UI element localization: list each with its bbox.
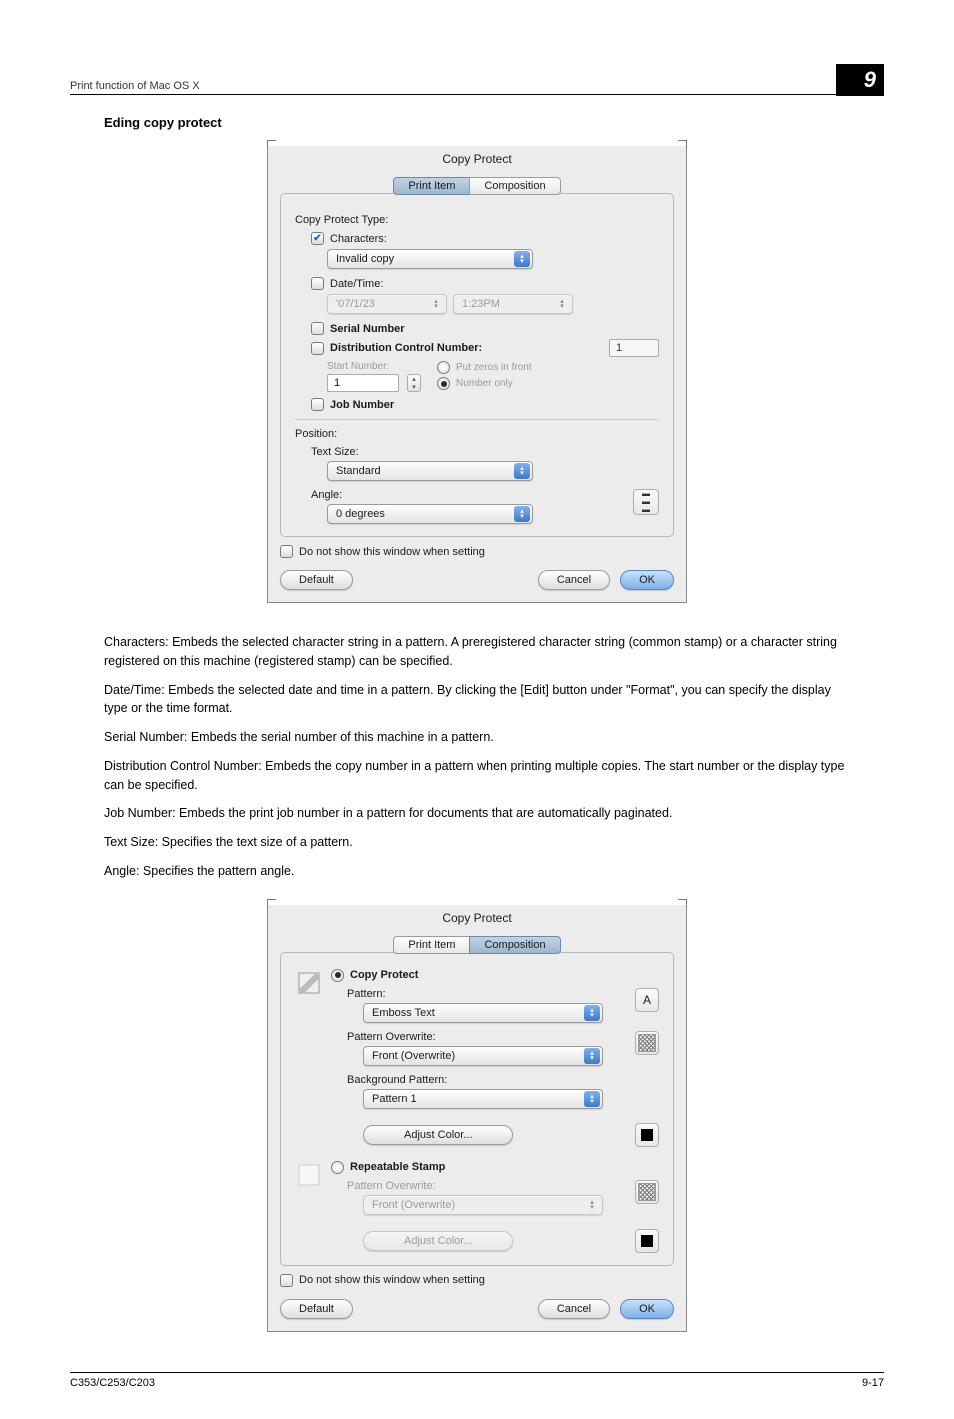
copy-protect-dialog-composition: Copy Protect Print Item Composition Copy… bbox=[267, 905, 687, 1332]
chevron-updown-icon bbox=[428, 296, 444, 312]
paragraph-job: Job Number: Embeds the print job number … bbox=[104, 804, 850, 823]
pattern-overwrite-swatch-icon[interactable] bbox=[635, 1031, 659, 1055]
paragraph-serial: Serial Number: Embeds the serial number … bbox=[104, 728, 850, 747]
start-number-stepper[interactable] bbox=[407, 374, 421, 392]
copy-protect-radio-label: Copy Protect bbox=[350, 969, 418, 981]
put-zeros-label: Put zeros in front bbox=[456, 362, 532, 373]
start-number-value: 1 bbox=[334, 377, 340, 389]
tab-print-item[interactable]: Print Item bbox=[393, 936, 469, 954]
characters-checkbox[interactable] bbox=[311, 232, 324, 245]
repeatable-radio-label: Repeatable Stamp bbox=[350, 1161, 445, 1173]
textsize-select[interactable]: Standard bbox=[327, 461, 533, 481]
donotshow-label: Do not show this window when setting bbox=[299, 1274, 485, 1286]
paragraph-angle: Angle: Specifies the pattern angle. bbox=[104, 862, 850, 881]
serial-checkbox[interactable] bbox=[311, 322, 324, 335]
put-zeros-radio[interactable] bbox=[437, 361, 450, 374]
chevron-updown-icon bbox=[584, 1197, 600, 1213]
adjust-color-button[interactable]: Adjust Color... bbox=[363, 1125, 513, 1145]
breadcrumb: Print function of Mac OS X bbox=[70, 80, 200, 92]
chevron-updown-icon bbox=[514, 251, 530, 267]
rep-pattern-overwrite-select[interactable]: Front (Overwrite) bbox=[363, 1195, 603, 1215]
paragraph-characters: Characters: Embeds the selected characte… bbox=[104, 633, 850, 671]
date-value: '07/1/23 bbox=[336, 298, 375, 310]
donotshow-checkbox[interactable] bbox=[280, 1274, 293, 1287]
number-only-label: Number only bbox=[456, 378, 513, 389]
color-swatch-icon[interactable] bbox=[635, 1123, 659, 1147]
job-label: Job Number bbox=[330, 399, 394, 411]
pattern-swatch-icon[interactable]: A bbox=[635, 988, 659, 1012]
pattern-overwrite-label: Pattern Overwrite: bbox=[347, 1031, 629, 1043]
number-only-radio[interactable] bbox=[437, 377, 450, 390]
dialog-title: Copy Protect bbox=[280, 146, 674, 176]
time-select[interactable]: 1:23PM bbox=[453, 294, 573, 314]
ok-button[interactable]: OK bbox=[620, 570, 674, 590]
start-number-field[interactable]: 1 bbox=[327, 374, 399, 392]
chevron-updown-icon bbox=[514, 463, 530, 479]
characters-select[interactable]: Invalid copy bbox=[327, 249, 533, 269]
default-button[interactable]: Default bbox=[280, 1299, 353, 1319]
rep-overwrite-swatch-icon[interactable] bbox=[635, 1180, 659, 1204]
datetime-checkbox[interactable] bbox=[311, 277, 324, 290]
donotshow-label: Do not show this window when setting bbox=[299, 546, 485, 558]
pattern-select[interactable]: Emboss Text bbox=[363, 1003, 603, 1023]
rep-pattern-overwrite-value: Front (Overwrite) bbox=[372, 1199, 455, 1211]
rep-adjust-color-button[interactable]: Adjust Color... bbox=[363, 1231, 513, 1251]
tab-print-item[interactable]: Print Item bbox=[393, 177, 469, 195]
copy-protect-type-label: Copy Protect Type: bbox=[295, 214, 659, 226]
dist-checkbox[interactable] bbox=[311, 342, 324, 355]
characters-label: Characters: bbox=[330, 233, 387, 245]
dist-number-value: 1 bbox=[616, 342, 622, 354]
cancel-button[interactable]: Cancel bbox=[538, 570, 610, 590]
chevron-updown-icon bbox=[554, 296, 570, 312]
job-checkbox[interactable] bbox=[311, 398, 324, 411]
footer-left: C353/C253/C203 bbox=[70, 1377, 155, 1389]
pattern-overwrite-value: Front (Overwrite) bbox=[372, 1050, 455, 1062]
footer-right: 9-17 bbox=[862, 1377, 884, 1389]
characters-select-value: Invalid copy bbox=[336, 253, 394, 265]
bg-pattern-select[interactable]: Pattern 1 bbox=[363, 1089, 603, 1109]
bg-pattern-value: Pattern 1 bbox=[372, 1093, 417, 1105]
start-number-label: Start Number: bbox=[327, 361, 421, 372]
ok-button[interactable]: OK bbox=[620, 1299, 674, 1319]
chevron-updown-icon bbox=[514, 506, 530, 522]
cancel-button[interactable]: Cancel bbox=[538, 1299, 610, 1319]
pattern-label: Pattern: bbox=[347, 988, 629, 1000]
rep-color-swatch-icon[interactable] bbox=[635, 1229, 659, 1253]
pattern-overwrite-select[interactable]: Front (Overwrite) bbox=[363, 1046, 603, 1066]
bg-pattern-label: Background Pattern: bbox=[347, 1074, 659, 1086]
angle-label: Angle: bbox=[311, 489, 627, 501]
dialog-title: Copy Protect bbox=[280, 905, 674, 935]
paragraph-datetime: Date/Time: Embeds the selected date and … bbox=[104, 681, 850, 719]
angle-value: 0 degrees bbox=[336, 508, 385, 520]
copy-protect-radio[interactable] bbox=[331, 969, 344, 982]
position-label: Position: bbox=[295, 428, 659, 440]
repeatable-radio[interactable] bbox=[331, 1161, 344, 1174]
tab-composition[interactable]: Composition bbox=[469, 936, 560, 954]
serial-label: Serial Number bbox=[330, 323, 405, 335]
paragraph-textsize: Text Size: Specifies the text size of a … bbox=[104, 833, 850, 852]
pattern-value: Emboss Text bbox=[372, 1007, 435, 1019]
section-title: Eding copy protect bbox=[104, 115, 884, 130]
textsize-value: Standard bbox=[336, 465, 381, 477]
chevron-updown-icon bbox=[584, 1091, 600, 1107]
default-button[interactable]: Default bbox=[280, 570, 353, 590]
repeatable-thumb-icon bbox=[295, 1161, 323, 1189]
date-select[interactable]: '07/1/23 bbox=[327, 294, 447, 314]
paragraph-dist: Distribution Control Number: Embeds the … bbox=[104, 757, 850, 795]
chevron-updown-icon bbox=[584, 1048, 600, 1064]
dist-number-field[interactable]: 1 bbox=[609, 339, 659, 357]
donotshow-checkbox[interactable] bbox=[280, 545, 293, 558]
tab-composition[interactable]: Composition bbox=[469, 177, 560, 195]
angle-preview-icon[interactable]: ▬▬▬ bbox=[633, 489, 659, 515]
dist-label: Distribution Control Number: bbox=[330, 342, 482, 354]
chevron-updown-icon bbox=[584, 1005, 600, 1021]
rep-pattern-overwrite-label: Pattern Overwrite: bbox=[347, 1180, 629, 1192]
textsize-label: Text Size: bbox=[311, 446, 659, 458]
angle-select[interactable]: 0 degrees bbox=[327, 504, 533, 524]
page-badge: 9 bbox=[836, 64, 884, 96]
time-value: 1:23PM bbox=[462, 298, 500, 310]
copy-protect-thumb-icon bbox=[295, 969, 323, 997]
copy-protect-dialog-printitem: Copy Protect Print Item Composition Copy… bbox=[267, 146, 687, 603]
datetime-label: Date/Time: bbox=[330, 278, 383, 290]
